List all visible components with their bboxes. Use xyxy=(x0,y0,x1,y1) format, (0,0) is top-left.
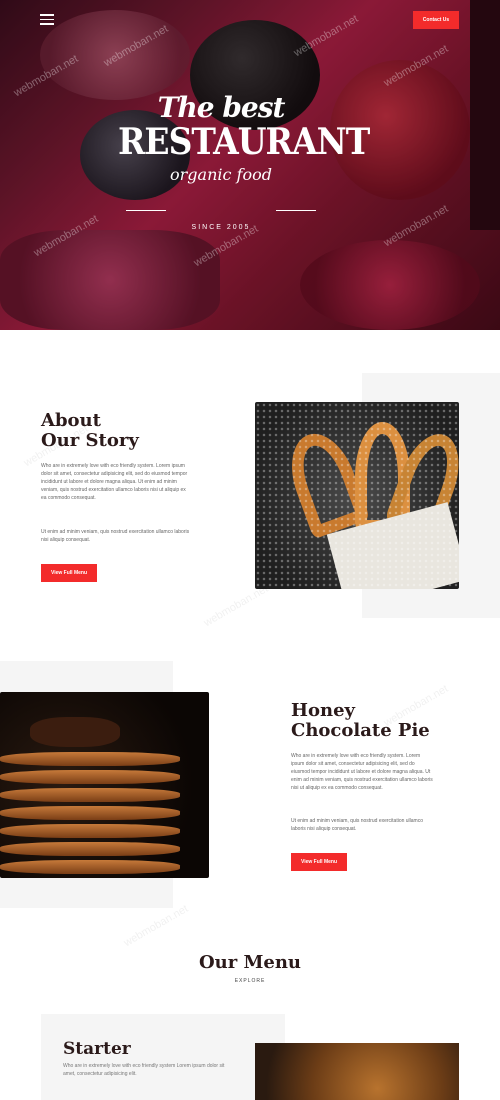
about-title: About Our Story xyxy=(41,411,139,451)
honey-title-line-1: Honey xyxy=(291,700,356,721)
about-paragraph: Ut enim ad minim veniam, quis nostrud ex… xyxy=(41,529,190,543)
hero-banner: Contact Us The best RESTAURANT organic f… xyxy=(0,0,500,330)
pancakes-image xyxy=(0,692,209,878)
starter-title: Starter xyxy=(63,1039,131,1059)
watermark: webmoban.net xyxy=(201,582,271,630)
our-menu-title: Our Menu xyxy=(198,952,302,973)
contact-us-button[interactable]: Contact Us xyxy=(413,11,459,29)
logo-line-3: organic food xyxy=(170,165,272,184)
honey-paragraph: Who are in extremely love with eco frien… xyxy=(291,753,433,791)
logo-line-2: RESTAURANT xyxy=(118,120,370,163)
honey-paragraph: Ut enim ad minim veniam, quis nostrud ex… xyxy=(291,818,423,832)
about-title-line-1: About xyxy=(41,410,101,431)
watermark: webmoban.net xyxy=(121,902,191,950)
logo-flourish xyxy=(276,210,316,211)
hamburger-icon[interactable] xyxy=(40,14,54,25)
our-menu-subtitle: EXPLORE xyxy=(234,978,266,984)
view-full-menu-button[interactable]: View Full Menu xyxy=(41,564,97,582)
about-title-line-2: Our Story xyxy=(41,430,139,451)
logo-flourish xyxy=(126,210,166,211)
honey-title: Honey Chocolate Pie xyxy=(291,701,430,741)
about-paragraph: Who are in extremely love with eco frien… xyxy=(41,463,188,501)
logo-since: SINCE 2005 xyxy=(191,224,251,231)
starter-image xyxy=(255,1043,459,1100)
churros-image xyxy=(255,402,459,589)
starter-text: Who are in extremely love with eco frien… xyxy=(63,1063,225,1077)
honey-title-line-2: Chocolate Pie xyxy=(291,720,430,741)
restaurant-logo: The best RESTAURANT organic food SINCE 2… xyxy=(118,92,370,242)
view-full-menu-button[interactable]: View Full Menu xyxy=(291,853,347,871)
